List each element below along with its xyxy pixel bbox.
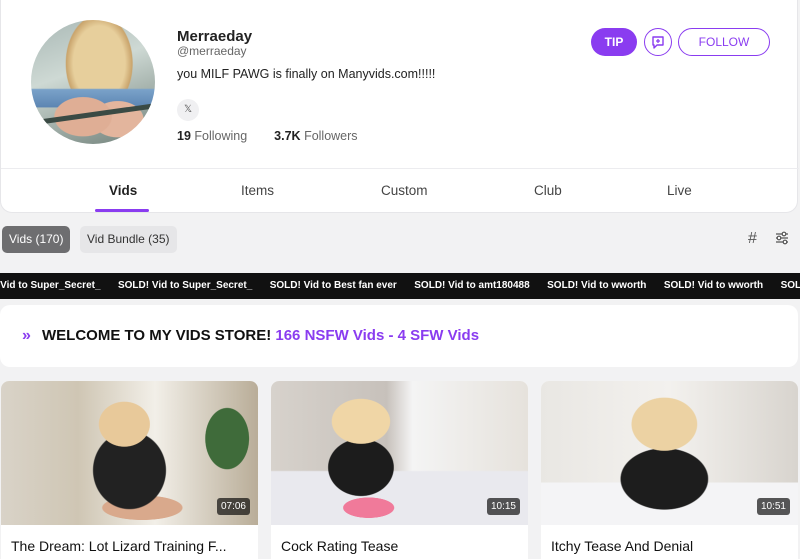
sliders-icon[interactable] [775, 231, 789, 245]
video-card[interactable]: 10:15 Cock Rating Tease [271, 381, 528, 559]
welcome-accent: 166 NSFW Vids - 4 SFW Vids [275, 327, 480, 344]
tab-items[interactable]: Items [241, 183, 274, 198]
sales-ticker: ! Vid to Super_Secret_ SOLD! Vid to Supe… [0, 273, 800, 299]
ticker-item: SOLD! Vid to amt180488 [414, 280, 530, 291]
followers-link[interactable]: 3.7K Followers [274, 129, 357, 143]
following-label: Following [194, 129, 248, 143]
following-link[interactable]: 19 Following [177, 129, 247, 143]
avatar-detail [31, 103, 155, 126]
ticker-item: ! Vid to Super_Secret_ [0, 280, 101, 291]
video-duration: 10:15 [486, 498, 520, 515]
ticker-item: SOLD! Vid to [780, 280, 800, 291]
welcome-text: WELCOME TO MY VIDS STORE! [42, 327, 272, 344]
profile-name: Merraeday [177, 28, 253, 45]
x-icon[interactable]: 𝕏 [177, 99, 199, 121]
video-title[interactable]: The Dream: Lot Lizard Training F... [11, 538, 248, 554]
tab-custom[interactable]: Custom [381, 183, 428, 198]
following-count: 19 [177, 129, 191, 143]
followers-count: 3.7K [274, 129, 301, 143]
welcome-banner: » WELCOME TO MY VIDS STORE! 166 NSFW Vid… [0, 305, 798, 367]
profile-tabs: Vids Items Custom Club Live [1, 168, 799, 213]
active-tab-indicator [95, 209, 149, 212]
video-title[interactable]: Itchy Tease And Denial [551, 538, 788, 554]
ticker-item: SOLD! Vid to wworth [547, 280, 647, 291]
video-title[interactable]: Cock Rating Tease [281, 538, 518, 554]
followers-label: Followers [304, 129, 358, 143]
profile-card: Merraeday @merraeday you MILF PAWG is fi… [0, 0, 799, 213]
follow-button[interactable]: FOLLOW [678, 28, 770, 56]
filter-chip-vid-bundle[interactable]: Vid Bundle (35) [80, 226, 177, 253]
hash-icon[interactable]: # [748, 230, 757, 248]
profile-bio: you MILF PAWG is finally on Manyvids.com… [177, 67, 436, 81]
video-duration: 07:06 [216, 498, 250, 515]
welcome-heading: WELCOME TO MY VIDS STORE! 166 NSFW Vids … [42, 327, 479, 344]
avatar[interactable] [31, 20, 155, 144]
tab-live[interactable]: Live [667, 183, 692, 198]
double-chevron-icon: » [22, 327, 31, 344]
tab-club[interactable]: Club [534, 183, 562, 198]
tip-button[interactable]: TIP [591, 28, 637, 56]
filter-chip-vids[interactable]: Vids (170) [2, 226, 71, 253]
chat-plus-icon [652, 36, 664, 49]
video-card[interactable]: 10:51 Itchy Tease And Denial [541, 381, 798, 559]
profile-handle: @merraeday [177, 44, 247, 58]
ticker-item: SOLD! Vid to Best fan ever [269, 280, 397, 291]
video-card[interactable]: 07:06 The Dream: Lot Lizard Training F..… [1, 381, 258, 559]
ticker-item: SOLD! Vid to wworth [663, 280, 764, 291]
ticker-item: SOLD! Vid to Super_Secret_ [117, 280, 253, 291]
message-button[interactable] [644, 28, 672, 56]
follow-counts: 19 Following 3.7K Followers [177, 129, 358, 143]
video-duration: 10:51 [756, 498, 790, 515]
tab-vids[interactable]: Vids [109, 183, 137, 198]
